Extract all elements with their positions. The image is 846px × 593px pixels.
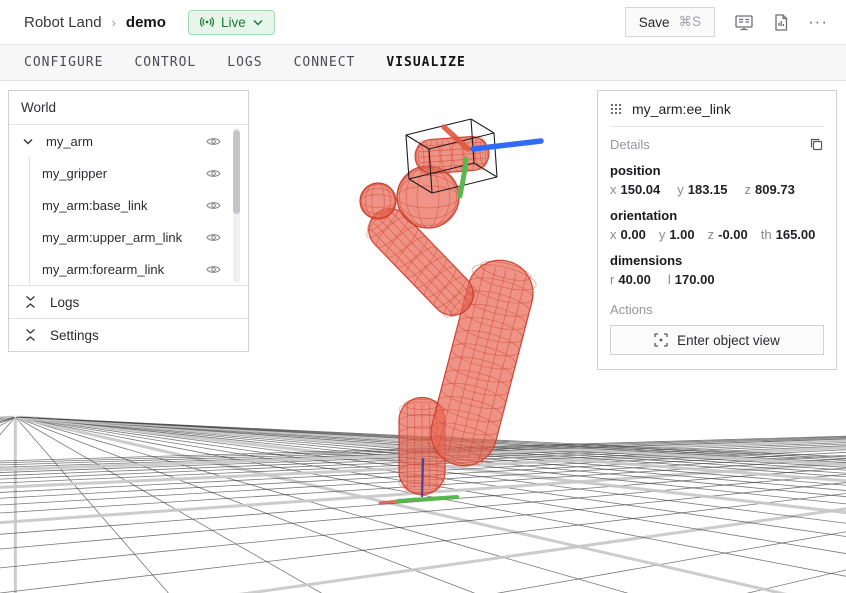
tree-item-label: my_gripper [30, 166, 107, 181]
breadcrumb: Robot Land › demo [24, 14, 166, 31]
machine-monitor-button[interactable] [734, 13, 754, 32]
settings-section-label: Settings [50, 328, 99, 343]
visibility-eye-icon[interactable] [206, 264, 221, 275]
tab-logs[interactable]: LOGS [227, 55, 262, 70]
report-document-icon [773, 13, 789, 32]
dimensions-values: r40.00 l170.00 [610, 272, 824, 287]
save-button[interactable]: Save ⌘S [625, 7, 715, 37]
chevron-down-icon [253, 19, 263, 26]
logs-section-label: Logs [50, 295, 79, 310]
tree-children: my_gripper my_arm:base_link my_arm:upper… [29, 157, 248, 285]
tab-control[interactable]: CONTROL [134, 55, 196, 70]
copy-icon[interactable] [809, 137, 824, 152]
top-header: Robot Land › demo Live Save ⌘S [0, 0, 846, 45]
tab-visualize[interactable]: VISUALIZE [386, 55, 465, 70]
selected-object-title: my_arm:ee_link [632, 101, 731, 117]
position-values: x150.04 y183.15 z809.73 [610, 182, 824, 197]
selected-object-panel: my_arm:ee_link Details position x150.04 … [597, 90, 837, 370]
visibility-eye-icon[interactable] [206, 168, 221, 179]
orientation-label: orientation [610, 208, 824, 223]
tab-configure[interactable]: CONFIGURE [24, 55, 103, 70]
focus-target-icon [654, 333, 668, 347]
position-label: position [610, 163, 824, 178]
enter-object-view-button[interactable]: Enter object view [610, 325, 824, 355]
live-label: Live [221, 15, 246, 30]
logs-section-toggle[interactable]: Logs [9, 285, 248, 318]
tree-item-forearm-link[interactable]: my_arm:forearm_link [30, 253, 248, 285]
drag-handle-icon[interactable] [610, 103, 622, 115]
tree-item-my-gripper[interactable]: my_gripper [30, 157, 248, 189]
scrollbar-thumb[interactable] [233, 130, 240, 214]
more-menu-button[interactable]: ··· [808, 17, 828, 27]
tree-item-upper-arm-link[interactable]: my_arm:upper_arm_link [30, 221, 248, 253]
visibility-eye-icon[interactable] [206, 200, 221, 211]
tree-item-label: my_arm:forearm_link [30, 262, 164, 277]
settings-section-toggle[interactable]: Settings [9, 318, 248, 351]
save-label: Save [639, 15, 670, 30]
header-actions: Save ⌘S [625, 7, 828, 37]
save-shortcut: ⌘S [679, 14, 702, 30]
enter-object-view-label: Enter object view [677, 333, 780, 348]
visibility-eye-icon[interactable] [206, 136, 221, 147]
tree-scrollbar[interactable] [233, 128, 240, 283]
breadcrumb-machine[interactable]: demo [126, 14, 166, 31]
dimensions-label: dimensions [610, 253, 824, 268]
primary-tabs: CONFIGURE CONTROL LOGS CONNECT VISUALIZE [0, 45, 846, 81]
selected-object-header: my_arm:ee_link [598, 91, 836, 126]
orientation-values: x0.00 y1.00 z-0.00 th165.00 [610, 227, 824, 242]
details-body: Details position x150.04 y183.15 z809.73… [598, 127, 836, 369]
world-tree: my_arm my_gripper my_arm:base_link [9, 125, 248, 285]
broadcast-icon [200, 15, 214, 29]
ellipsis-icon: ··· [808, 17, 828, 27]
collapse-vertical-icon [25, 328, 36, 342]
details-heading: Details [610, 137, 650, 152]
world-panel: World my_arm my_gripper [8, 90, 249, 352]
world-panel-title: World [9, 91, 248, 125]
tree-item-label: my_arm [46, 134, 93, 149]
tree-item-label: my_arm:base_link [30, 198, 148, 213]
chevron-down-icon[interactable] [23, 138, 33, 145]
tree-item-base-link[interactable]: my_arm:base_link [30, 189, 248, 221]
tree-item-my-arm[interactable]: my_arm [9, 125, 248, 157]
breadcrumb-org[interactable]: Robot Land [24, 14, 102, 31]
report-document-button[interactable] [773, 13, 789, 32]
tab-connect[interactable]: CONNECT [294, 55, 356, 70]
monitor-icon [734, 13, 754, 32]
app-window: Robot Land › demo Live Save ⌘S [0, 0, 846, 593]
actions-heading: Actions [610, 302, 824, 317]
tree-item-label: my_arm:upper_arm_link [30, 230, 182, 245]
breadcrumb-separator: › [112, 15, 116, 30]
visibility-eye-icon[interactable] [206, 232, 221, 243]
collapse-vertical-icon [25, 295, 36, 309]
live-status-button[interactable]: Live [188, 10, 275, 35]
